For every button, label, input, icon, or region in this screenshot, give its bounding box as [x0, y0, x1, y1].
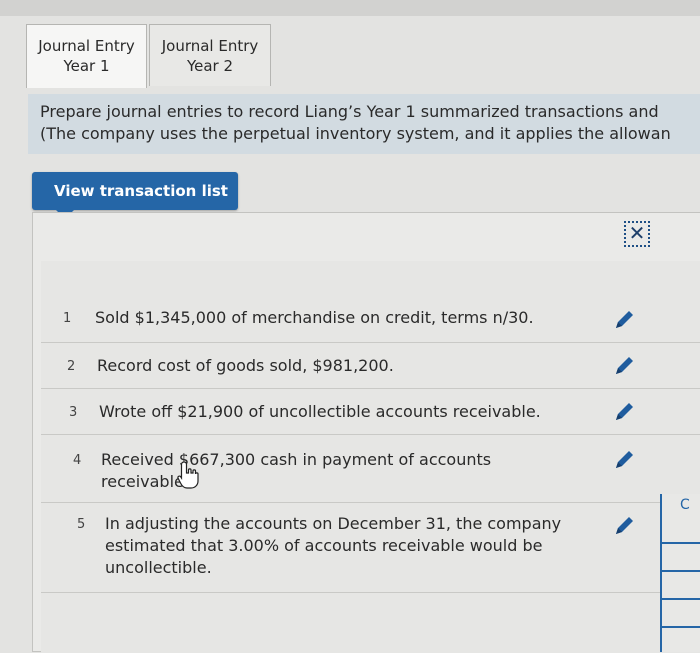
- instructions-line1: Prepare journal entries to record Liang’…: [40, 102, 659, 121]
- transaction-description-line1: In adjusting the accounts on December 31…: [105, 514, 562, 533]
- transaction-row-2: 2 Record cost of goods sold, $981,200.: [41, 343, 700, 389]
- transaction-number: 5: [77, 517, 86, 532]
- edge-input-cell[interactable]: [662, 574, 700, 600]
- transaction-row-5: 5 In adjusting the accounts on December …: [41, 503, 700, 593]
- transaction-number: 3: [69, 405, 78, 420]
- edge-input-cell[interactable]: [662, 602, 700, 628]
- tab-journal-entry-year-1[interactable]: Journal Entry Year 1: [26, 24, 147, 88]
- transaction-list: 1 Sold $1,345,000 of merchandise on cred…: [41, 261, 700, 653]
- tab-label-line2: Year 1: [63, 57, 110, 75]
- edge-input-cell[interactable]: [662, 518, 700, 544]
- instructions-box: Prepare journal entries to record Liang’…: [28, 94, 700, 154]
- top-strip: [0, 0, 700, 16]
- tab-bar: Journal Entry Year 1 Journal Entry Year …: [26, 24, 271, 88]
- hand-cursor-icon: [177, 461, 199, 489]
- tab-journal-entry-year-2[interactable]: Journal Entry Year 2: [149, 24, 271, 86]
- transaction-row-3: 3 Wrote off $21,900 of uncollectible acc…: [41, 389, 700, 435]
- adjacent-journal-panel-edge: C: [660, 494, 700, 652]
- transaction-row-1: 1 Sold $1,345,000 of merchandise on cred…: [41, 261, 700, 343]
- edit-pencil-icon[interactable]: [611, 447, 637, 473]
- tab-label-line1: Journal Entry: [161, 37, 259, 55]
- tab-label-line1: Journal Entry: [38, 37, 135, 55]
- transaction-description: Wrote off $21,900 of uncollectible accou…: [99, 402, 541, 421]
- edit-pencil-icon[interactable]: [611, 307, 637, 333]
- edit-pencil-icon[interactable]: [611, 353, 637, 379]
- transaction-number: 1: [63, 311, 72, 326]
- tab-label-line2: Year 2: [186, 57, 234, 75]
- transaction-description: Sold $1,345,000 of merchandise on credit…: [95, 308, 534, 327]
- edge-input-cell[interactable]: [662, 546, 700, 572]
- transaction-description-line3: uncollectible.: [105, 558, 212, 577]
- transaction-description-line2: estimated that 3.00% of accounts receiva…: [105, 536, 543, 555]
- edit-pencil-icon[interactable]: [611, 513, 637, 539]
- close-icon[interactable]: ✕: [624, 221, 650, 247]
- view-transaction-list-button[interactable]: View transaction list: [32, 172, 238, 219]
- transaction-row-4: 4 Received $667,300 cash in payment of a…: [41, 435, 700, 503]
- edge-column-label: C: [680, 497, 690, 513]
- transaction-description-line1: Received $667,300 cash in payment of acc…: [101, 450, 492, 469]
- instructions-line2: (The company uses the perpetual inventor…: [40, 124, 671, 143]
- edit-pencil-icon[interactable]: [611, 399, 637, 425]
- transaction-list-panel: ✕ 1 Sold $1,345,000 of merchandise on cr…: [32, 212, 700, 653]
- transaction-number: 2: [67, 359, 76, 374]
- transaction-number: 4: [73, 453, 82, 468]
- transaction-description: Record cost of goods sold, $981,200.: [97, 356, 394, 375]
